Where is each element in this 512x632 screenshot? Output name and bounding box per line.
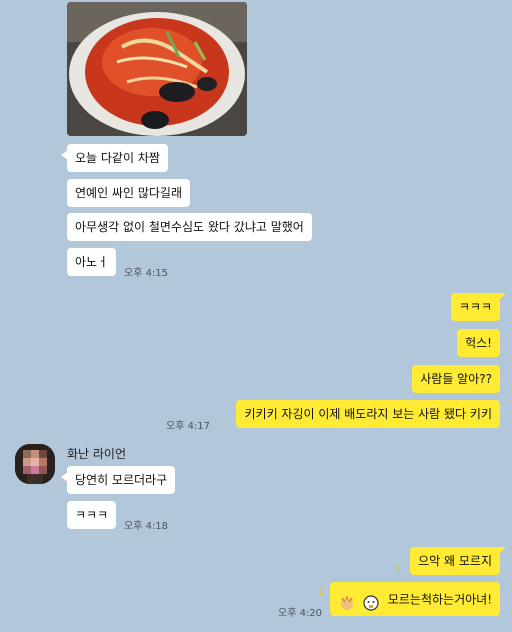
message-text: 사람들 알아?? [420, 372, 492, 386]
message-text: 오늘 다같이 차짬 [75, 151, 160, 165]
outgoing-message[interactable]: 모르는척하는거아녀! [330, 582, 500, 616]
incoming-message[interactable]: 당연히 모르더라구 [60, 466, 176, 494]
outgoing-message[interactable]: 으악 왜 모르지 [410, 547, 506, 575]
incoming-message[interactable]: 아무생각 없이 철면수심도 왔다 갔냐고 말했어 [67, 213, 312, 241]
profile-picture-icon [15, 444, 55, 484]
avatar[interactable] [15, 444, 55, 484]
message-text: 키키키 자깅이 이제 배도라지 보는 사람 됐다 키키 [244, 407, 492, 421]
food-photo-icon [67, 2, 247, 136]
incoming-message[interactable]: 오늘 다같이 차짬 [61, 144, 168, 172]
message-timestamp: 오후 4:17 [166, 421, 211, 432]
message-text: 아노ㅓ [75, 255, 109, 269]
emoticon-hand-icon [338, 591, 356, 610]
message-text: ㅋㅋㅋ [75, 508, 109, 522]
outgoing-message[interactable]: ㅋㅋㅋ [450, 293, 507, 321]
message-text: 헉스! [465, 336, 492, 350]
sender-name: 화난 라이언 [67, 447, 127, 461]
message-text: 으악 왜 모르지 [418, 554, 492, 568]
photo-message[interactable] [67, 2, 247, 136]
message-text: ㅋㅋㅋ [458, 300, 492, 314]
message-text: 연예인 싸인 많다길래 [75, 186, 182, 200]
message-text: 당연히 모르더라구 [75, 473, 168, 487]
emoticon-face-icon [362, 591, 380, 611]
message-timestamp: 오후 4:18 [124, 521, 169, 532]
incoming-message[interactable]: 아노ㅓ [67, 248, 117, 276]
outgoing-message[interactable]: 키키키 자깅이 이제 배도라지 보는 사람 됐다 키키 [236, 400, 500, 428]
message-timestamp: 오후 4:15 [124, 268, 169, 279]
unread-count: 1 [318, 588, 324, 598]
incoming-message[interactable]: 연예인 싸인 많다길래 [67, 179, 190, 207]
outgoing-message[interactable]: 사람들 알아?? [412, 365, 500, 393]
message-text: 아무생각 없이 철면수심도 왔다 갔냐고 말했어 [75, 220, 304, 234]
unread-count: 1 [395, 565, 401, 575]
outgoing-message[interactable]: 헉스! [457, 329, 500, 357]
message-timestamp: 오후 4:20 [278, 608, 323, 619]
incoming-message[interactable]: ㅋㅋㅋ [67, 501, 117, 529]
message-text: 모르는척하는거아녀! [387, 592, 492, 607]
